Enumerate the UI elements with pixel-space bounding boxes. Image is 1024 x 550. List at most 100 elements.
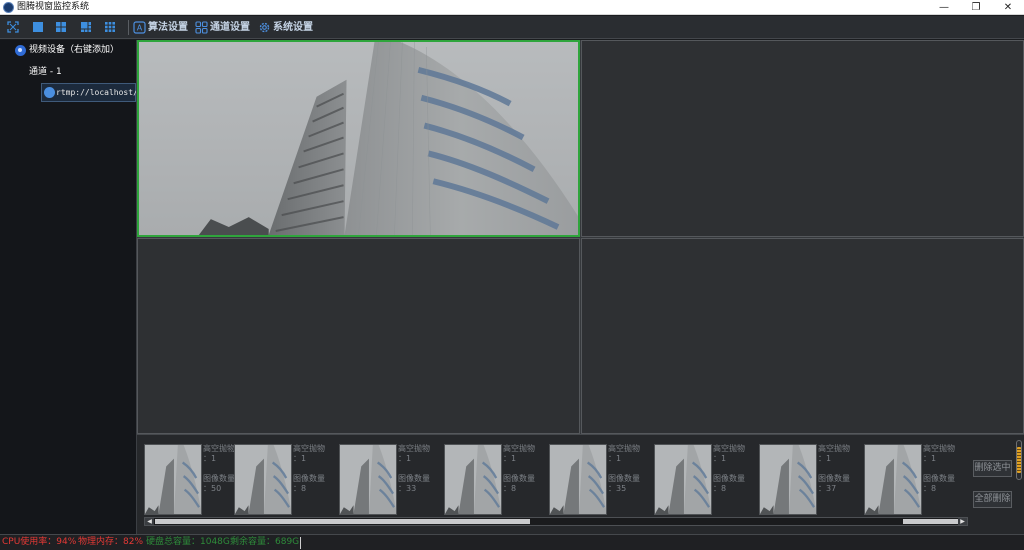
capture-image[interactable]: [654, 444, 712, 515]
capture-image[interactable]: [339, 444, 397, 515]
image-count-value: ：8: [503, 484, 517, 493]
capture-thumbnail[interactable]: 高空抛物 ：1 图像数量 ：37: [759, 444, 859, 515]
capture-thumbnail[interactable]: 高空抛物 ：1 图像数量 ：35: [549, 444, 649, 515]
event-type-count: ：1: [923, 454, 937, 463]
tree-item-channel[interactable]: 通道 - 1: [29, 66, 62, 79]
event-type-count: ：1: [503, 454, 517, 463]
device-tree: 视频设备（右键添加） 通道 - 1 rtmp://localhost/live: [0, 40, 137, 534]
memory-usage: 物理内存：82%: [78, 537, 144, 547]
info-spacer: [293, 464, 333, 474]
scroll-right-arrow[interactable]: ▶: [958, 518, 967, 525]
info-spacer: [608, 464, 648, 474]
layout-1-icon[interactable]: [31, 20, 45, 34]
video-pane-4[interactable]: [581, 238, 1024, 434]
camera-stream-icon: [44, 87, 55, 98]
capture-info: 高空抛物 ：1 图像数量 ：37: [818, 444, 858, 494]
info-spacer: [503, 464, 543, 474]
image-count-value: ：37: [818, 484, 837, 493]
capture-thumbnail[interactable]: 高空抛物 ：1 图像数量 ：50: [144, 444, 244, 515]
stream-url: rtmp://localhost/live: [56, 88, 136, 97]
capture-thumbnail[interactable]: 高空抛物 ：1 图像数量 ：8: [864, 444, 964, 515]
image-count-value: ：8: [293, 484, 307, 493]
image-count-label: 图像数量: [923, 474, 955, 483]
scroll-thumb-end[interactable]: [903, 519, 959, 524]
event-type-label: 高空抛物: [293, 444, 325, 453]
fullscreen-icon[interactable]: [6, 20, 20, 34]
capture-image[interactable]: [759, 444, 817, 515]
menu-system-settings-label: 系统设置: [273, 22, 313, 33]
delete-selected-button[interactable]: 删除选中: [973, 460, 1012, 477]
info-spacer: [398, 464, 438, 474]
video-pane-3[interactable]: [137, 238, 580, 434]
layout-6-icon[interactable]: [79, 20, 93, 34]
building-video-frame: [139, 42, 578, 235]
capture-thumbnail[interactable]: 高空抛物 ：1 图像数量 ：8: [654, 444, 754, 515]
capture-thumbnail[interactable]: 高空抛物 ：1 图像数量 ：8: [234, 444, 334, 515]
scroll-thumb[interactable]: [155, 519, 530, 524]
thumbnail-scrollbar[interactable]: ◀ ▶: [144, 517, 968, 526]
gear-icon: [259, 22, 270, 33]
capture-info: 高空抛物 ：1 图像数量 ：8: [503, 444, 543, 494]
event-type-label: 高空抛物: [818, 444, 850, 453]
event-type-count: ：1: [608, 454, 622, 463]
info-spacer: [923, 464, 963, 474]
image-count-label: 图像数量: [398, 474, 430, 483]
svg-text:A: A: [137, 24, 143, 33]
capture-image[interactable]: [864, 444, 922, 515]
restore-button[interactable]: ❐: [960, 0, 992, 15]
image-count-label: 图像数量: [818, 474, 850, 483]
event-type-count: ：1: [398, 454, 412, 463]
layout-4-icon[interactable]: [54, 20, 68, 34]
image-count-value: ：33: [398, 484, 417, 493]
capture-info: 高空抛物 ：1 图像数量 ：8: [923, 444, 963, 494]
disk-total: 硬盘总容量：1048G: [146, 537, 230, 547]
close-button[interactable]: ✕: [992, 0, 1024, 15]
capture-thumbnail[interactable]: 高空抛物 ：1 图像数量 ：8: [444, 444, 544, 515]
capture-info: 高空抛物 ：1 图像数量 ：8: [293, 444, 333, 494]
toolbar: A 算法设置 通道设置 系统设置: [0, 16, 1024, 39]
capture-image[interactable]: [234, 444, 292, 515]
disk-free: 剩余容量：689G: [230, 537, 300, 547]
minimize-button[interactable]: —: [928, 0, 960, 15]
capture-thumbnail[interactable]: 高空抛物 ：1 图像数量 ：33: [339, 444, 439, 515]
capture-image[interactable]: [444, 444, 502, 515]
image-count-value: ：8: [923, 484, 937, 493]
tree-item-stream[interactable]: rtmp://localhost/live: [41, 83, 136, 102]
app-logo-icon: [3, 2, 14, 13]
tree-root-video-devices[interactable]: 视频设备（右键添加）: [29, 44, 119, 57]
event-type-count: ：1: [293, 454, 307, 463]
event-type-label: 高空抛物: [503, 444, 535, 453]
capture-image[interactable]: [549, 444, 607, 515]
toolbar-divider: [128, 20, 129, 35]
vertical-level-slider[interactable]: [1016, 440, 1022, 480]
window-title: 图腾视窗监控系统: [17, 2, 90, 12]
capture-info: 高空抛物 ：1 图像数量 ：33: [398, 444, 438, 494]
info-spacer: [818, 464, 858, 474]
title-bar: 图腾视窗监控系统 — ❐ ✕: [0, 0, 1024, 15]
video-grid: [137, 40, 1024, 434]
menu-channel-settings-label: 通道设置: [210, 22, 250, 33]
image-count-label: 图像数量: [713, 474, 745, 483]
video-pane-1[interactable]: [137, 40, 580, 237]
event-type-label: 高空抛物: [713, 444, 745, 453]
event-type-count: ：1: [818, 454, 832, 463]
capture-info: 高空抛物 ：1 图像数量 ：35: [608, 444, 648, 494]
channel-grid-icon: [195, 21, 208, 34]
event-type-label: 高空抛物: [608, 444, 640, 453]
image-count-label: 图像数量: [608, 474, 640, 483]
capture-image[interactable]: [144, 444, 202, 515]
menu-system-settings[interactable]: 系统设置: [258, 19, 316, 36]
level-indicator: [1017, 447, 1021, 473]
scroll-left-arrow[interactable]: ◀: [145, 518, 154, 525]
image-count-label: 图像数量: [503, 474, 535, 483]
image-count-value: ：8: [713, 484, 727, 493]
info-spacer: [713, 464, 753, 474]
video-pane-2[interactable]: [581, 40, 1024, 237]
image-count-value: ：35: [608, 484, 627, 493]
menu-algorithm-settings-label: 算法设置: [148, 22, 188, 33]
menu-channel-settings[interactable]: 通道设置: [195, 19, 253, 36]
delete-all-button[interactable]: 全部删除: [973, 491, 1012, 508]
menu-algorithm-settings[interactable]: A 算法设置: [133, 19, 189, 36]
capture-panel: 高空抛物 ：1 图像数量 ：50 高空抛物 ：1 图像数量 ：8 高空抛物 ：1 图像数量 ：33 高空…: [137, 434, 1024, 534]
layout-9-icon[interactable]: [103, 20, 117, 34]
